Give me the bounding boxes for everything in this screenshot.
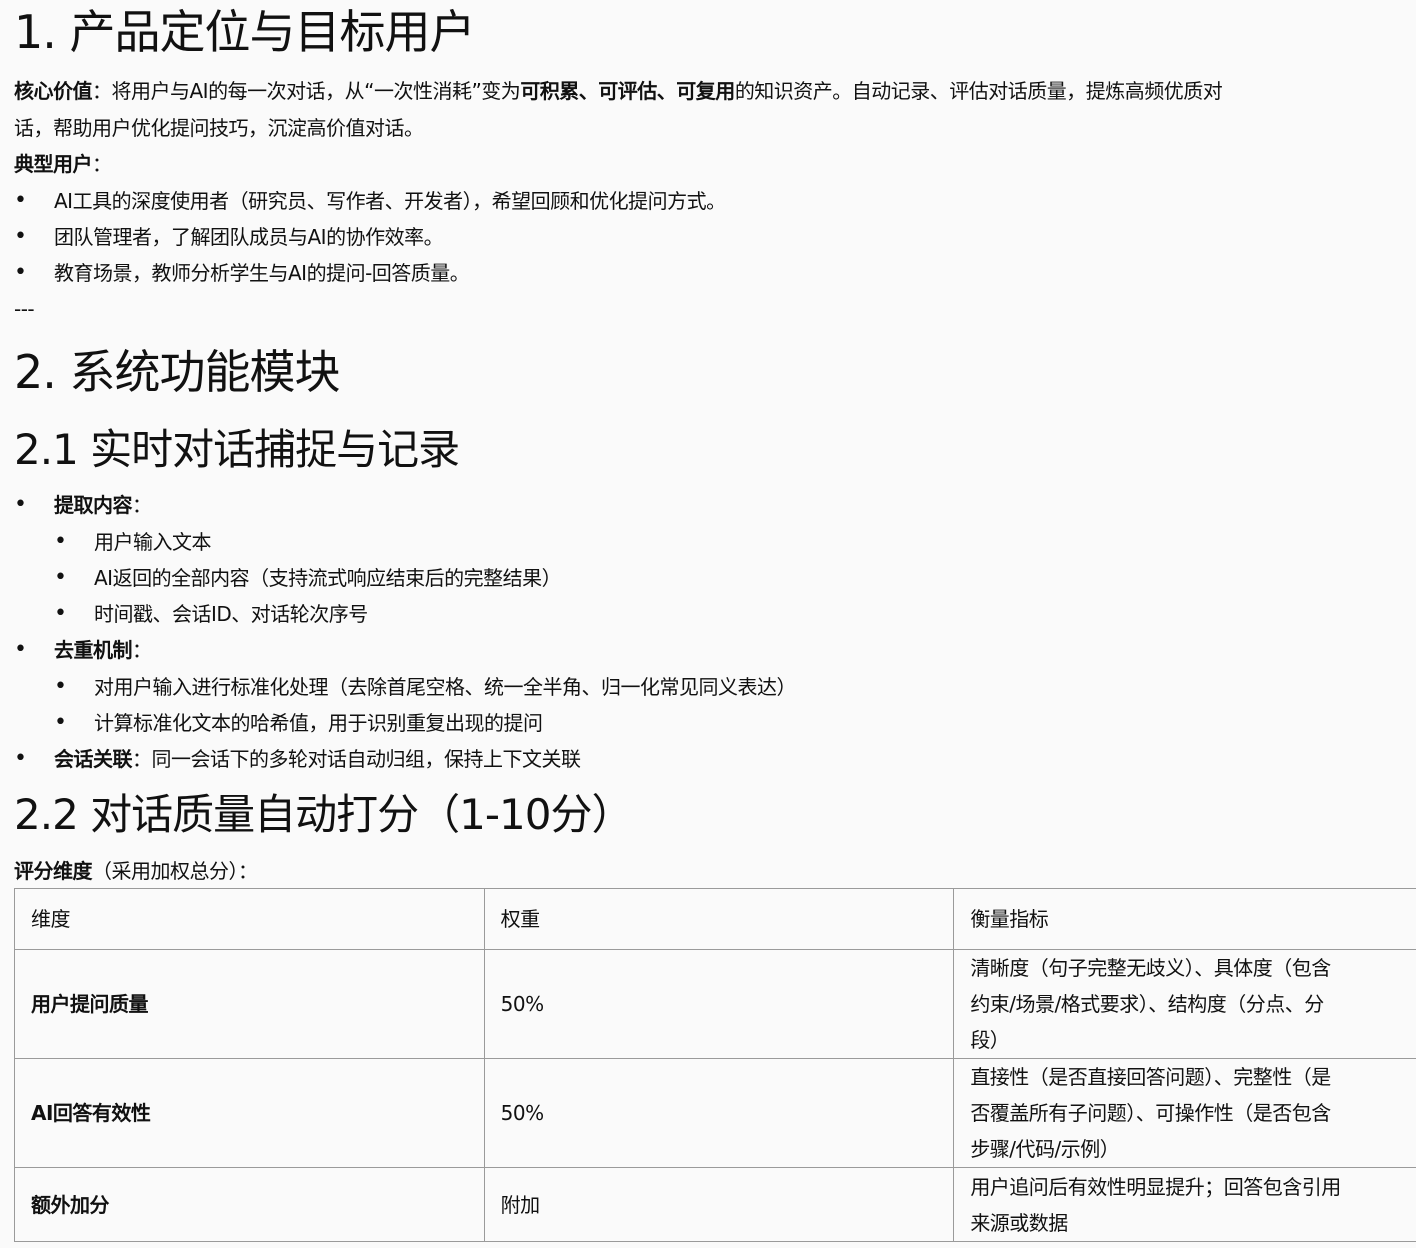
dedup-list-item: 对用户输入进行标准化处理（去除首尾空格、统一全半角、归一化常见同义表达） bbox=[54, 669, 797, 705]
dimension-cell: 额外加分 bbox=[14, 1167, 485, 1242]
section-1-heading: 1. 产品定位与目标用户 bbox=[14, 5, 476, 59]
core-value-paragraph-line2: 话，帮助用户优化提问技巧，沉淀高价值对话。 bbox=[14, 116, 424, 140]
colon: ： bbox=[132, 493, 152, 517]
table-header-row: 维度 权重 衡量指标 bbox=[14, 888, 1416, 950]
section-2-heading: 2. 系统功能模块 bbox=[14, 345, 341, 399]
table-header-cell: 维度 bbox=[14, 888, 485, 950]
weight-cell: 50% bbox=[483, 1058, 955, 1168]
metric-line: 清晰度（句子完整无歧义）、具体度（包含 bbox=[970, 956, 1331, 980]
score-dims-suffix: （采用加权总分）： bbox=[92, 859, 258, 883]
extract-label: 提取内容 bbox=[54, 493, 133, 517]
table-header-cell: 权重 bbox=[483, 888, 955, 950]
section-2-1-heading: 2.1 实时对话捕捉与记录 bbox=[14, 425, 460, 474]
dimension-label: 用户提问质量 bbox=[31, 992, 149, 1016]
session-label: 会话关联 bbox=[54, 747, 133, 771]
metric-line: 约束/场景/格式要求）、结构度（分点、分 bbox=[970, 992, 1324, 1016]
extract-list-item: 用户输入文本 bbox=[54, 524, 212, 560]
dimension-label: 额外加分 bbox=[31, 1192, 110, 1217]
table-header-cell: 衡量指标 bbox=[953, 888, 1416, 950]
section-2-2-heading: 2.2 对话质量自动打分（1-10分） bbox=[14, 790, 633, 839]
metric-line: 来源或数据 bbox=[970, 1210, 1068, 1235]
metric-line: 否覆盖所有子问题）、可操作性（是否包含 bbox=[970, 1101, 1331, 1125]
core-value-label: 核心价值 bbox=[14, 79, 93, 103]
divider-text: --- bbox=[14, 297, 35, 321]
metric-line: 步骤/代码/示例） bbox=[970, 1137, 1120, 1161]
extract-list-item: AI返回的全部内容（支持流式响应结束后的完整结果） bbox=[54, 560, 562, 596]
table-row: 用户提问质量 50% 清晰度（句子完整无歧义）、具体度（包含 约束/场景/格式要… bbox=[14, 949, 1416, 1059]
typical-users-label: 典型用户 bbox=[14, 152, 93, 176]
metric-line: 直接性（是否直接回答问题）、完整性（是 bbox=[970, 1065, 1331, 1089]
dedup-list-item: 计算标准化文本的哈希值，用于识别重复出现的提问 bbox=[54, 705, 543, 741]
core-value-text-a: ：将用户与AI的每一次对话，从“一次性消耗”变为 bbox=[92, 79, 521, 103]
typical-users-colon: ： bbox=[92, 152, 112, 176]
extract-label-item: 提取内容： bbox=[14, 487, 152, 523]
dedup-label-item: 去重机制： bbox=[14, 632, 152, 668]
user-list-item: AI工具的深度使用者（研究员、写作者、开发者），希望回顾和优化提问方式。 bbox=[14, 183, 726, 219]
session-text: ：同一会话下的多轮对话自动归组，保持上下文关联 bbox=[132, 747, 581, 771]
table-row: 额外加分 附加 用户追问后有效性明显提升；回答包含引用 来源或数据 bbox=[14, 1167, 1416, 1242]
score-table: 维度 权重 衡量指标 用户提问质量 50% 清晰度（句子完整无歧义）、具体度（包… bbox=[14, 888, 1416, 1242]
metric-line: 段） bbox=[970, 1028, 1010, 1052]
colon: ： bbox=[132, 638, 152, 662]
dimension-label: AI回答有效性 bbox=[31, 1101, 151, 1125]
weight-cell: 附加 bbox=[483, 1167, 955, 1242]
score-dims-label: 评分维度 bbox=[14, 859, 93, 883]
metric-cell: 清晰度（句子完整无歧义）、具体度（包含 约束/场景/格式要求）、结构度（分点、分… bbox=[953, 949, 1416, 1059]
user-list-item: 教育场景，教师分析学生与AI的提问-回答质量。 bbox=[14, 255, 470, 291]
core-value-paragraph-line1: 核心价值：将用户与AI的每一次对话，从“一次性消耗”变为可积累、可评估、可复用的… bbox=[14, 73, 1223, 109]
typical-users-label-line: 典型用户： bbox=[14, 146, 112, 182]
dimension-cell: AI回答有效性 bbox=[14, 1058, 485, 1168]
weight-cell: 50% bbox=[483, 949, 955, 1059]
metric-line: 用户追问后有效性明显提升；回答包含引用 bbox=[970, 1174, 1341, 1199]
dimension-cell: 用户提问质量 bbox=[14, 949, 485, 1059]
table-row: AI回答有效性 50% 直接性（是否直接回答问题）、完整性（是 否覆盖所有子问题… bbox=[14, 1058, 1416, 1168]
extract-list-item: 时间戳、会话ID、对话轮次序号 bbox=[54, 596, 368, 632]
core-value-bold: 可积累、可评估、可复用 bbox=[520, 79, 735, 103]
metric-cell: 直接性（是否直接回答问题）、完整性（是 否覆盖所有子问题）、可操作性（是否包含 … bbox=[953, 1058, 1416, 1168]
core-value-text-b: 的知识资产。自动记录、评估对话质量，提炼高频优质对 bbox=[734, 79, 1223, 103]
dedup-label: 去重机制 bbox=[54, 638, 133, 662]
user-list-item: 团队管理者，了解团队成员与AI的协作效率。 bbox=[14, 219, 444, 255]
session-item: 会话关联：同一会话下的多轮对话自动归组，保持上下文关联 bbox=[14, 741, 581, 777]
score-dims-line: 评分维度（采用加权总分）： bbox=[14, 853, 258, 889]
metric-cell: 用户追问后有效性明显提升；回答包含引用 来源或数据 bbox=[953, 1167, 1416, 1242]
